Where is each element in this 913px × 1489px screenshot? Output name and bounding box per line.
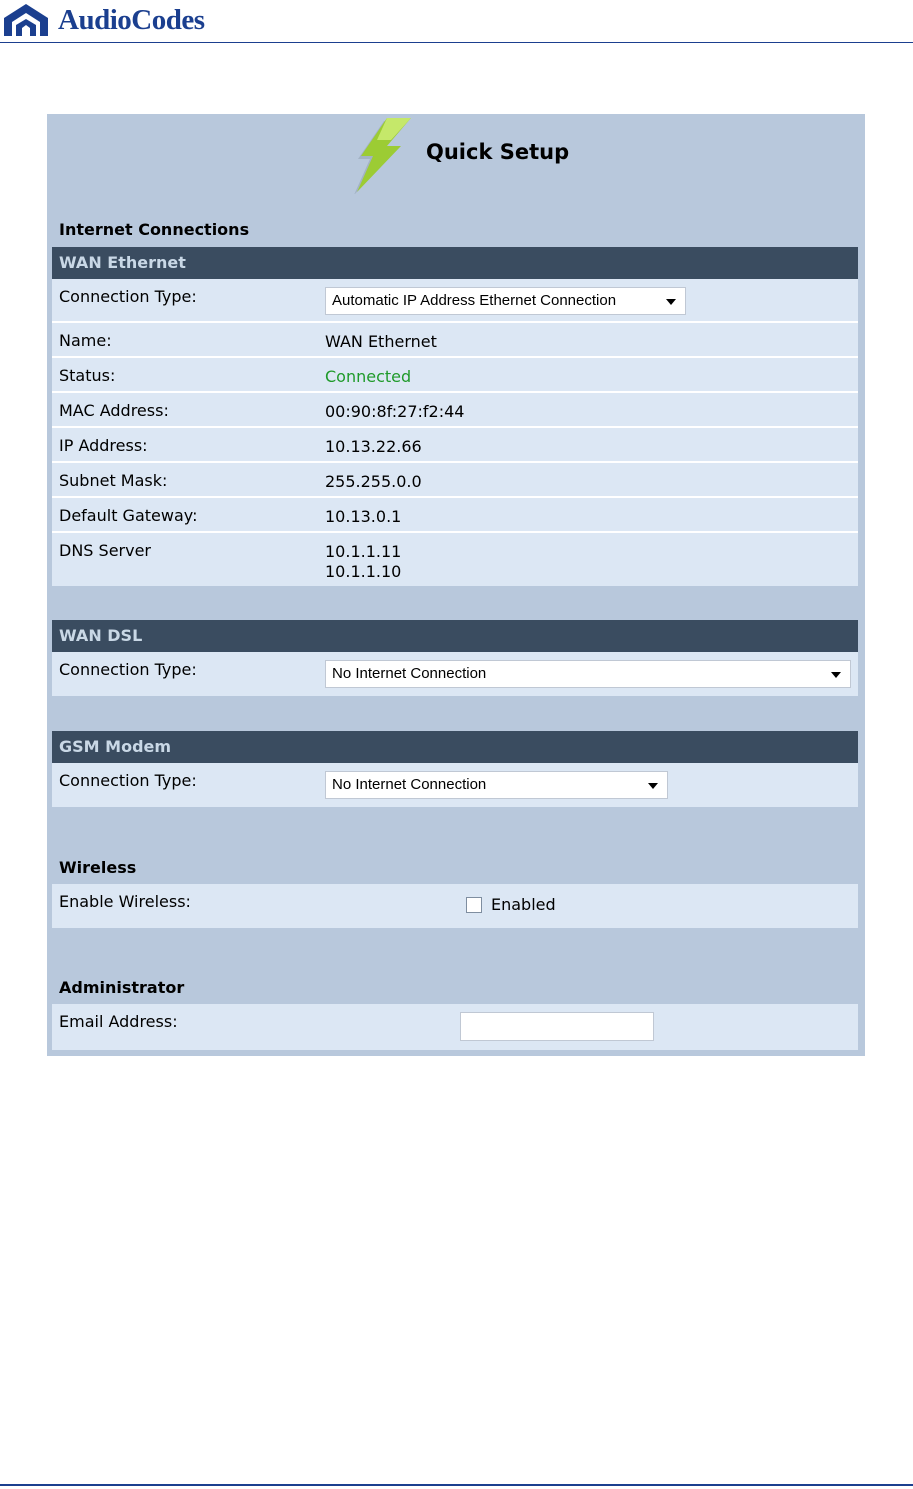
table-row: Connection Type: No Internet Connection bbox=[52, 652, 858, 696]
wan-dsl-table: WAN DSL Connection Type: No Internet Con… bbox=[52, 620, 858, 696]
quick-setup-panel: Quick Setup Internet Connections WAN Eth… bbox=[47, 114, 865, 1056]
table-row: Connection Type: No Internet Connection bbox=[52, 763, 858, 807]
document-header: AudioCodes bbox=[0, 0, 913, 44]
default-gateway-value: 10.13.0.1 bbox=[325, 507, 402, 526]
status-label: Status: bbox=[59, 366, 116, 385]
dns-server-values: 10.1.1.11 10.1.1.10 bbox=[325, 542, 401, 582]
page-title: Quick Setup bbox=[426, 140, 570, 164]
mac-address-value: 00:90:8f:27:f2:44 bbox=[325, 402, 465, 421]
internet-connections-heading: Internet Connections bbox=[59, 220, 250, 239]
table-row: IP Address: 10.13.22.66 bbox=[52, 428, 858, 463]
table-row: Name: WAN Ethernet bbox=[52, 323, 858, 358]
header-divider bbox=[0, 42, 913, 43]
lightning-bolt-icon bbox=[354, 118, 411, 194]
email-address-label: Email Address: bbox=[59, 1012, 178, 1031]
mac-address-label: MAC Address: bbox=[59, 401, 169, 420]
audiocodes-logo-icon bbox=[4, 4, 48, 36]
wan-dsl-header: WAN DSL bbox=[52, 620, 858, 652]
select-value: Automatic IP Address Ethernet Connection bbox=[332, 292, 617, 309]
brand-name: AudioCodes bbox=[58, 3, 205, 36]
wan-ethernet-header: WAN Ethernet bbox=[52, 247, 858, 279]
dropdown-arrow-icon bbox=[648, 783, 658, 789]
email-address-input[interactable] bbox=[460, 1012, 654, 1041]
name-value: WAN Ethernet bbox=[325, 332, 437, 351]
connection-type-label: Connection Type: bbox=[59, 771, 197, 790]
table-row: Email Address: bbox=[52, 1004, 858, 1050]
administrator-heading: Administrator bbox=[59, 978, 185, 997]
select-value: No Internet Connection bbox=[332, 776, 487, 793]
dns-server-secondary: 10.1.1.10 bbox=[325, 562, 402, 581]
wan-dsl-connection-type-select[interactable]: No Internet Connection bbox=[325, 660, 851, 688]
enabled-label[interactable]: Enabled bbox=[491, 895, 556, 914]
gsm-modem-table: GSM Modem Connection Type: No Internet C… bbox=[52, 731, 858, 807]
name-label: Name: bbox=[59, 331, 112, 350]
enable-wireless-checkbox[interactable] bbox=[466, 897, 482, 913]
table-row: Enable Wireless: Enabled bbox=[52, 884, 858, 928]
enable-wireless-label: Enable Wireless: bbox=[59, 892, 191, 911]
subnet-mask-label: Subnet Mask: bbox=[59, 471, 168, 490]
status-value: Connected bbox=[325, 367, 412, 386]
gsm-modem-header: GSM Modem bbox=[52, 731, 858, 763]
footer-divider bbox=[0, 1484, 913, 1486]
wan-ethernet-connection-type-select[interactable]: Automatic IP Address Ethernet Connection bbox=[325, 287, 686, 315]
gsm-modem-connection-type-select[interactable]: No Internet Connection bbox=[325, 771, 668, 799]
wireless-heading: Wireless bbox=[59, 858, 137, 877]
dns-server-primary: 10.1.1.11 bbox=[325, 542, 402, 561]
wan-ethernet-table: WAN Ethernet Connection Type: Automatic … bbox=[52, 247, 858, 586]
table-row: Connection Type: Automatic IP Address Et… bbox=[52, 279, 858, 323]
table-row: Status: Connected bbox=[52, 358, 858, 393]
table-row: MAC Address: 00:90:8f:27:f2:44 bbox=[52, 393, 858, 428]
ip-address-label: IP Address: bbox=[59, 436, 148, 455]
administrator-table: Email Address: bbox=[52, 1004, 858, 1050]
dropdown-arrow-icon bbox=[831, 672, 841, 678]
brand-logo: AudioCodes bbox=[2, 2, 205, 38]
ip-address-value: 10.13.22.66 bbox=[325, 437, 422, 456]
subnet-mask-value: 255.255.0.0 bbox=[325, 472, 422, 491]
dns-server-label: DNS Server bbox=[59, 541, 151, 560]
title-area: Quick Setup bbox=[47, 114, 865, 204]
table-row: Default Gateway: 10.13.0.1 bbox=[52, 498, 858, 533]
wireless-table: Enable Wireless: Enabled bbox=[52, 884, 858, 928]
connection-type-label: Connection Type: bbox=[59, 660, 197, 679]
default-gateway-label: Default Gateway: bbox=[59, 506, 198, 525]
connection-type-label: Connection Type: bbox=[59, 287, 197, 306]
select-value: No Internet Connection bbox=[332, 665, 487, 682]
dropdown-arrow-icon bbox=[666, 299, 676, 305]
table-row: Subnet Mask: 255.255.0.0 bbox=[52, 463, 858, 498]
table-row: DNS Server 10.1.1.11 10.1.1.10 bbox=[52, 533, 858, 586]
